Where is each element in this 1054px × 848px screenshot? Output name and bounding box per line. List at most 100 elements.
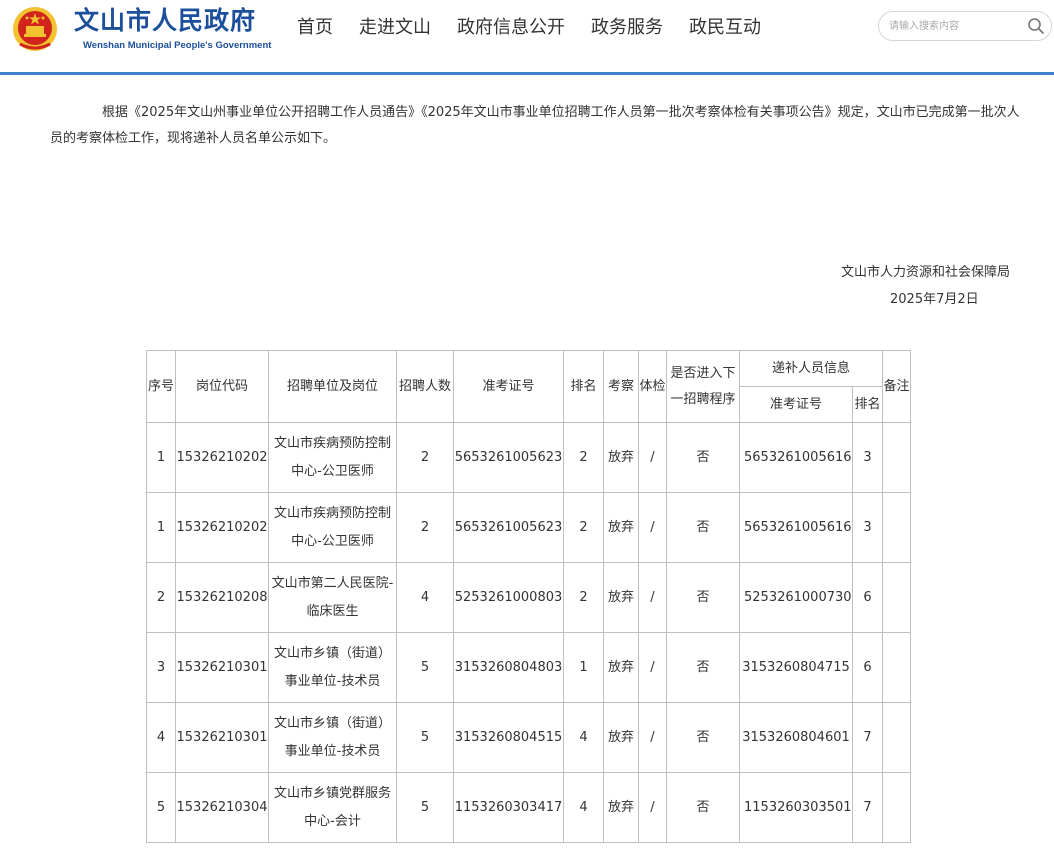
cell-physical: / — [638, 702, 667, 773]
cell-next-stage: 否 — [666, 632, 740, 703]
cell-sub-ticket: 1153260303501 — [739, 772, 853, 843]
cell-inspection: 放弃 — [603, 562, 639, 633]
cell-rank: 4 — [563, 702, 604, 773]
site-header: 文山市人民政府 Wenshan Municipal People's Gover… — [0, 0, 1054, 72]
header-unit: 招聘单位及岗位 — [268, 350, 397, 423]
cell-sub-ticket: 5653261005616 — [739, 422, 853, 493]
cell-next-stage: 否 — [666, 702, 740, 773]
cell-seq: 1 — [146, 422, 176, 493]
cell-unit: 文山市乡镇（街道）事业单位-技术员 — [268, 702, 397, 773]
cell-remark — [882, 702, 911, 773]
cell-seq: 5 — [146, 772, 176, 843]
substitute-list-table: 序号 岗位代码 招聘单位及岗位 招聘人数 准考证号 排名 考察 体检 是否进入下… — [146, 350, 911, 843]
cell-remark — [882, 492, 911, 563]
cell-physical: / — [638, 492, 667, 563]
cell-ticket: 1153260303417 — [453, 772, 564, 843]
search-input[interactable] — [889, 16, 1019, 36]
cell-remark — [882, 562, 911, 633]
cell-unit: 文山市疾病预防控制中心-公卫医师 — [268, 422, 397, 493]
cell-remark — [882, 772, 911, 843]
cell-post-code: 15326210202 — [175, 492, 269, 563]
cell-quota: 2 — [396, 422, 454, 493]
cell-quota: 4 — [396, 562, 454, 633]
nav-gov-services[interactable]: 政务服务 — [591, 16, 663, 40]
cell-sub-rank: 7 — [852, 772, 883, 843]
table-row: 4 15326210301 文山市乡镇（街道）事业单位-技术员 5 315326… — [146, 702, 911, 773]
cell-quota: 5 — [396, 702, 454, 773]
header-rank: 排名 — [563, 350, 604, 423]
signature-org: 文山市人力资源和社会保障局 — [840, 265, 1010, 280]
cell-sub-rank: 3 — [852, 492, 883, 563]
nav-about-wenshan[interactable]: 走进文山 — [359, 16, 431, 40]
site-title[interactable]: 文山市人民政府 — [74, 6, 256, 36]
cell-sub-rank: 7 — [852, 702, 883, 773]
cell-physical: / — [638, 772, 667, 843]
cell-unit: 文山市疾病预防控制中心-公卫医师 — [268, 492, 397, 563]
cell-quota: 5 — [396, 772, 454, 843]
header-post-code: 岗位代码 — [175, 350, 269, 423]
table-row: 2 15326210208 文山市第二人民医院-临床医生 4 525326100… — [146, 562, 911, 633]
nav-gov-info[interactable]: 政府信息公开 — [457, 16, 565, 40]
cell-inspection: 放弃 — [603, 422, 639, 493]
cell-next-stage: 否 — [666, 492, 740, 563]
cell-inspection: 放弃 — [603, 632, 639, 703]
cell-seq: 3 — [146, 632, 176, 703]
cell-sub-ticket: 5653261005616 — [739, 492, 853, 563]
cell-ticket: 5653261005623 — [453, 422, 564, 493]
cell-rank: 2 — [563, 492, 604, 563]
header-sub-rank: 排名 — [852, 386, 883, 423]
table-row: 5 15326210304 文山市乡镇党群服务中心-会计 5 115326030… — [146, 772, 911, 843]
cell-ticket: 3153260804515 — [453, 702, 564, 773]
header-substitute-info: 递补人员信息 — [739, 350, 883, 387]
header-remark: 备注 — [882, 350, 911, 423]
cell-ticket: 5653261005623 — [453, 492, 564, 563]
table-row: 1 15326210202 文山市疾病预防控制中心-公卫医师 2 5653261… — [146, 422, 911, 493]
cell-sub-rank: 6 — [852, 632, 883, 703]
cell-physical: / — [638, 422, 667, 493]
cell-rank: 2 — [563, 422, 604, 493]
cell-unit: 文山市乡镇（街道）事业单位-技术员 — [268, 632, 397, 703]
cell-inspection: 放弃 — [603, 492, 639, 563]
cell-next-stage: 否 — [666, 422, 740, 493]
table-row: 1 15326210202 文山市疾病预防控制中心-公卫医师 2 5653261… — [146, 492, 911, 563]
nav-interaction[interactable]: 政民互动 — [689, 16, 761, 40]
header-seq: 序号 — [146, 350, 176, 423]
cell-ticket: 5253261000803 — [453, 562, 564, 633]
signature-date: 2025年7月2日 — [890, 292, 979, 307]
cell-quota: 2 — [396, 492, 454, 563]
search-icon[interactable] — [1027, 17, 1045, 35]
cell-sub-rank: 3 — [852, 422, 883, 493]
main-nav: 首页 走进文山 政府信息公开 政务服务 政民互动 — [284, 16, 774, 40]
cell-post-code: 15326210301 — [175, 702, 269, 773]
cell-seq: 2 — [146, 562, 176, 633]
cell-remark — [882, 422, 911, 493]
cell-remark — [882, 632, 911, 703]
header-quota: 招聘人数 — [396, 350, 454, 423]
cell-unit: 文山市第二人民医院-临床医生 — [268, 562, 397, 633]
cell-sub-rank: 6 — [852, 562, 883, 633]
national-emblem-icon[interactable] — [12, 6, 58, 52]
cell-rank: 2 — [563, 562, 604, 633]
nav-home[interactable]: 首页 — [297, 16, 333, 40]
cell-quota: 5 — [396, 632, 454, 703]
cell-sub-ticket: 3153260804601 — [739, 702, 853, 773]
cell-rank: 1 — [563, 632, 604, 703]
intro-paragraph: 根据《2025年文山州事业单位公开招聘工作人员通告》《2025年文山市事业单位招… — [50, 105, 1020, 146]
header-inspection: 考察 — [603, 350, 639, 423]
cell-sub-ticket: 5253261000730 — [739, 562, 853, 633]
cell-rank: 4 — [563, 772, 604, 843]
header-sub-ticket: 准考证号 — [739, 386, 853, 423]
article-content: 根据《2025年文山州事业单位公开招聘工作人员通告》《2025年文山市事业单位招… — [0, 75, 1054, 848]
table-row: 3 15326210301 文山市乡镇（街道）事业单位-技术员 5 315326… — [146, 632, 911, 703]
header-ticket: 准考证号 — [453, 350, 564, 423]
cell-physical: / — [638, 562, 667, 633]
cell-unit: 文山市乡镇党群服务中心-会计 — [268, 772, 397, 843]
site-subtitle: Wenshan Municipal People's Government — [83, 40, 272, 51]
cell-inspection: 放弃 — [603, 702, 639, 773]
cell-post-code: 15326210208 — [175, 562, 269, 633]
cell-next-stage: 否 — [666, 772, 740, 843]
cell-sub-ticket: 3153260804715 — [739, 632, 853, 703]
header-next-stage: 是否进入下一招聘程序 — [666, 350, 740, 423]
cell-seq: 1 — [146, 492, 176, 563]
cell-post-code: 15326210304 — [175, 772, 269, 843]
